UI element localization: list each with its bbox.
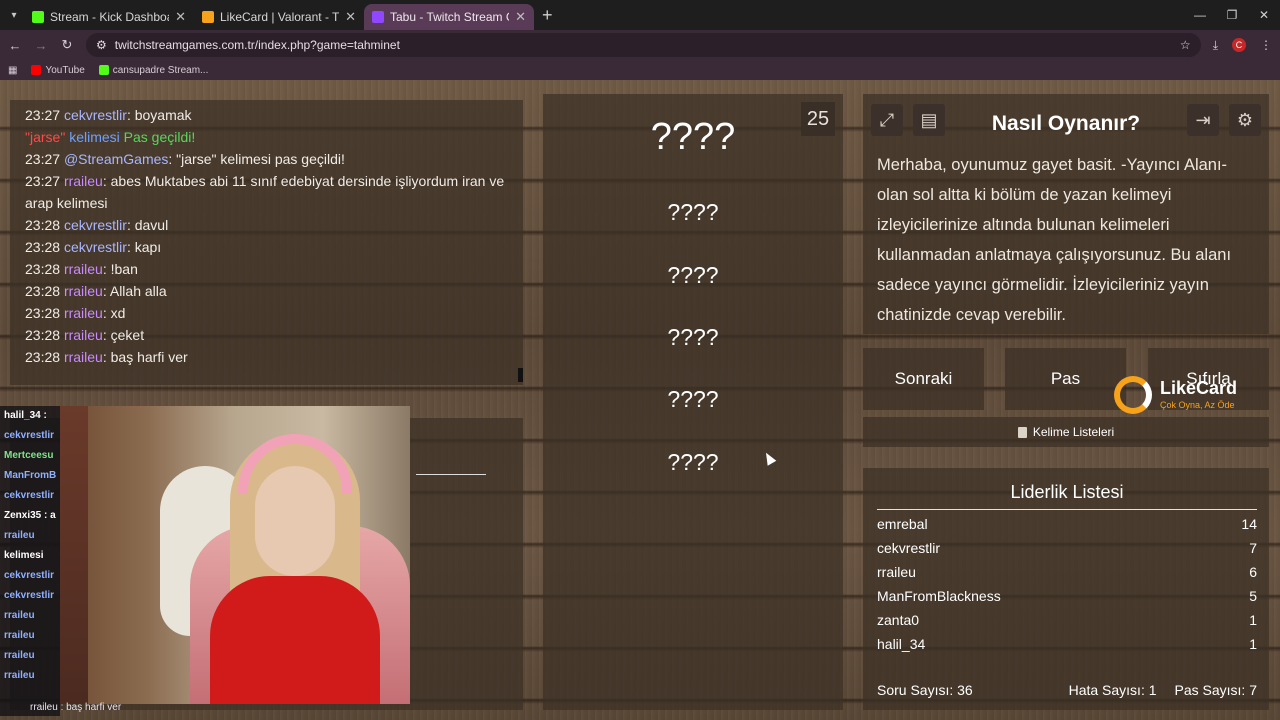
chat-line: 23:28 rraileu: xd: [25, 305, 126, 321]
overlay-chat-last: rraileu : baş harfi ver: [30, 702, 122, 713]
url-field[interactable]: ⚙ twitchstreamgames.com.tr/index.php?gam…: [86, 33, 1201, 57]
tab-likecard[interactable]: LikeCard | Valorant - TR ✕: [194, 4, 364, 30]
restore-icon[interactable]: ❐: [1216, 8, 1248, 22]
how-to-play-panel: ⤢ ▤ Nasıl Oynanır? ⇥ ⚙ Merhaba, oyunumuz…: [863, 94, 1269, 334]
bookmark-label: YouTube: [45, 64, 85, 76]
book-icon: [1017, 426, 1027, 438]
forbidden-word: ????: [667, 449, 719, 475]
likecard-logo: LikeCard Çok Oyna, Az Öde: [1112, 372, 1252, 414]
chat-scrollbar[interactable]: [518, 368, 523, 382]
close-icon[interactable]: ✕: [175, 9, 186, 25]
chat-line: 23:27 @StreamGames: "jarse" kelimesi pas…: [25, 151, 345, 167]
reload-icon[interactable]: ↻: [60, 37, 74, 53]
tab-title: Stream - Kick Dashboard: [50, 10, 169, 24]
forbidden-word: ????: [667, 199, 719, 225]
chat-notice: "jarse" kelimesi Pas geçildi!: [25, 129, 196, 145]
site-info-icon[interactable]: ⚙: [96, 38, 107, 52]
word-lists-label: Kelime Listeleri: [1032, 425, 1115, 439]
bookmark-label: cansupadre Stream...: [112, 64, 209, 76]
error-count: Hata Sayısı: 1: [1068, 682, 1157, 698]
leaderboard-row: zanta0 1: [877, 612, 1257, 628]
bookmarks-bar: ▦ YouTube cansupadre Stream...: [0, 60, 1280, 80]
how-to-text: Merhaba, oyunumuz gayet basit. -Yayıncı …: [877, 156, 1232, 324]
download-icon[interactable]: ⤓: [1213, 38, 1218, 53]
forward-arrow-icon[interactable]: →: [34, 38, 48, 53]
tab-tabu-game[interactable]: Tabu - Twitch Stream Games ✕: [364, 4, 534, 30]
tab-kick-dashboard[interactable]: Stream - Kick Dashboard ✕: [24, 4, 194, 30]
settings-gear-icon[interactable]: ⚙: [1229, 104, 1261, 136]
bookmark-kick[interactable]: cansupadre Stream...: [98, 64, 209, 76]
tab-title: Tabu - Twitch Stream Games: [390, 10, 509, 24]
url-text: twitchstreamgames.com.tr/index.php?game=…: [114, 38, 400, 52]
bookmark-youtube[interactable]: YouTube: [31, 64, 85, 76]
game-stats: Soru Sayısı: 36 Hata Sayısı: 1 Pas Sayıs…: [877, 682, 1257, 698]
tab-search-icon[interactable]: ▾: [4, 5, 24, 25]
next-button[interactable]: Sonraki: [863, 348, 984, 410]
chat-line: 23:28 cekvrestlir: kapı: [25, 239, 162, 255]
forbidden-word: ????: [667, 324, 719, 350]
sponsor-tagline: Çok Oyna, Az Öde: [1160, 400, 1235, 410]
leaderboard-title: Liderlik Listesi: [877, 482, 1257, 510]
word-card: 25 ???? ???? ???? ???? ???? ????: [543, 94, 843, 710]
apps-grid-icon[interactable]: ▦: [8, 65, 17, 76]
chat-line: 23:28 rraileu: !ban: [25, 261, 138, 277]
address-bar-row: ← → ↻ ⚙ twitchstreamgames.com.tr/index.p…: [0, 30, 1280, 60]
new-tab-button[interactable]: +: [542, 5, 553, 26]
minimize-icon[interactable]: —: [1184, 8, 1216, 22]
logout-icon[interactable]: ⇥: [1187, 104, 1219, 136]
close-icon[interactable]: ✕: [515, 9, 526, 25]
chat-panel: 23:27 cekvrestlir: boyamak "jarse" kelim…: [10, 100, 523, 385]
close-icon[interactable]: ✕: [345, 9, 356, 25]
back-arrow-icon[interactable]: ←: [8, 38, 22, 53]
word-lists-button[interactable]: Kelime Listeleri: [863, 417, 1269, 447]
forbidden-word: ????: [667, 262, 719, 288]
leaderboard-row: emrebal 14: [877, 516, 1257, 532]
overlay-chat: halil_34 : cekvrestlir Mertceesu ManFrom…: [0, 406, 60, 716]
pass-count: Pas Sayısı: 7: [1174, 682, 1257, 698]
window-controls: — ❐ ✕: [1184, 8, 1280, 22]
tab-title: LikeCard | Valorant - TR: [220, 10, 340, 24]
profile-avatar[interactable]: C: [1232, 38, 1246, 52]
bookmark-star-icon[interactable]: ☆: [1180, 38, 1191, 52]
likecard-favicon-icon: [202, 11, 214, 23]
kick-favicon-icon: [32, 11, 44, 23]
kick-icon: [98, 65, 109, 75]
pass-button[interactable]: Pas: [1005, 348, 1126, 410]
leaderboard-row: cekvrestlir 7: [877, 540, 1257, 556]
tab-strip: ▾ Stream - Kick Dashboard ✕ LikeCard | V…: [0, 0, 1280, 30]
chat-line: 23:28 cekvrestlir: davul: [25, 217, 169, 233]
sponsor-name: LikeCard: [1160, 378, 1238, 398]
leaderboard-row: rraileu 6: [877, 564, 1257, 580]
chat-line: 23:28 rraileu: Allah alla: [25, 283, 167, 299]
window-close-icon[interactable]: ✕: [1248, 8, 1280, 22]
chat-line: 23:28 rraileu: baş harfi ver: [25, 349, 188, 365]
leaderboard-row: ManFromBlackness 5: [877, 588, 1257, 604]
target-word: ????: [650, 116, 736, 158]
likecard-logo-icon: [1114, 376, 1152, 414]
youtube-icon: [31, 65, 42, 75]
chat-line: 23:28 rraileu: çeket: [25, 327, 145, 343]
menu-kebab-icon[interactable]: ⋮: [1260, 38, 1272, 52]
leaderboard-panel: Liderlik Listesi emrebal 14 cekvrestlir 7 …: [863, 468, 1269, 710]
chat-line: 23:27 rraileu: abes Muktabes abi 11 sını…: [25, 173, 505, 211]
question-count: Soru Sayısı: 36: [877, 682, 973, 698]
twitch-favicon-icon: [372, 11, 384, 23]
forbidden-word: ????: [667, 386, 719, 412]
chat-line: 23:27 cekvrestlir: boyamak: [25, 107, 192, 123]
divider: [416, 474, 486, 475]
leaderboard-row: halil_34 1: [877, 636, 1257, 652]
webcam-overlay: [60, 406, 410, 704]
